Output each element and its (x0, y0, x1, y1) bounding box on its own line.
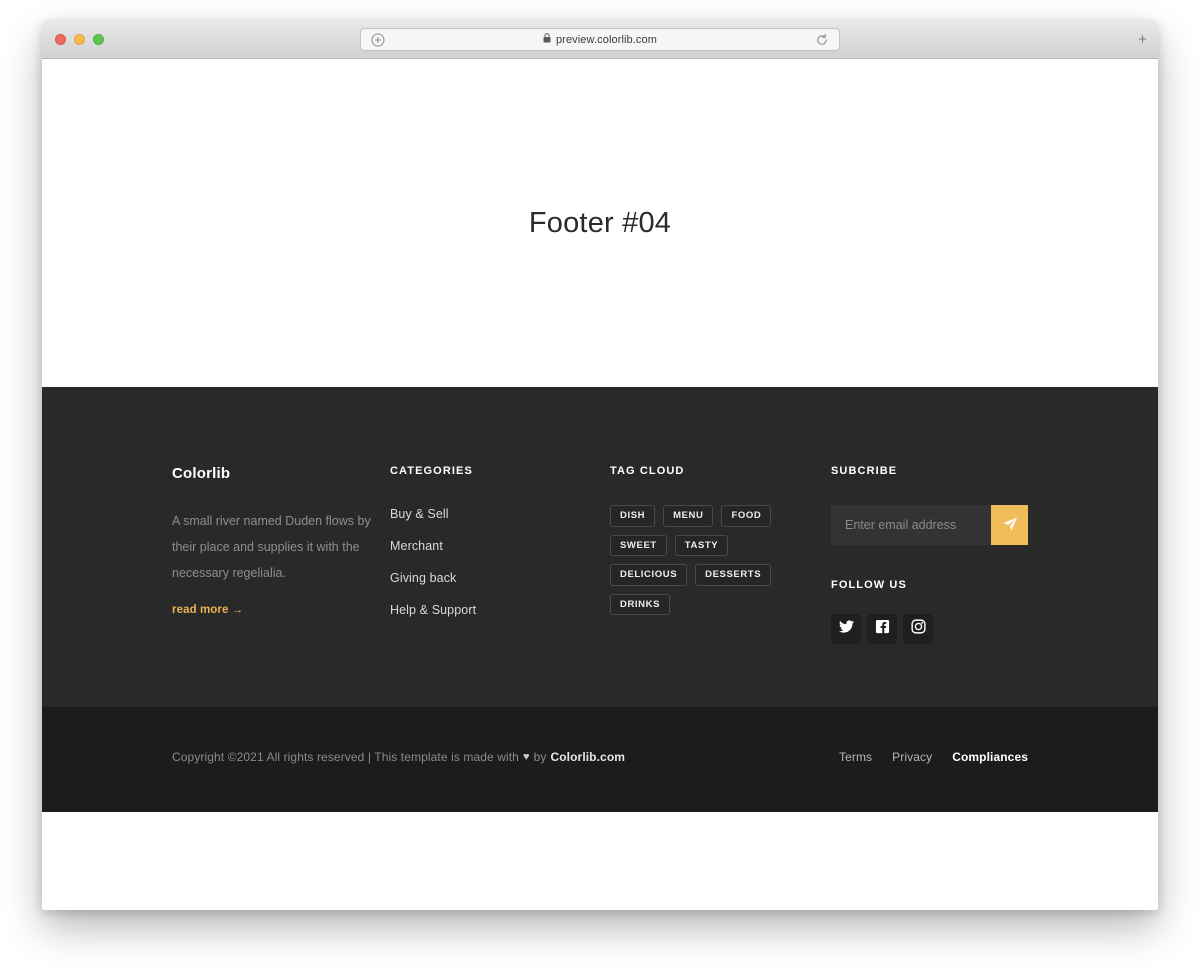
tag-drinks[interactable]: DRINKS (610, 593, 671, 615)
footer-main: Colorlib A small river named Duden flows… (42, 387, 1158, 707)
subscribe-submit-button[interactable] (991, 505, 1028, 545)
hero-section: Footer #04 (42, 59, 1158, 387)
compliances-link[interactable]: Compliances (952, 750, 1028, 764)
facebook-icon (875, 619, 890, 639)
category-link-merchant[interactable]: Merchant (390, 539, 443, 553)
tag-delicious[interactable]: DELICIOUS (610, 564, 688, 586)
colorlib-link[interactable]: Colorlib.com (550, 750, 625, 764)
zoom-window-button[interactable] (93, 34, 104, 45)
instagram-icon (910, 619, 926, 639)
category-link-buy-sell[interactable]: Buy & Sell (390, 507, 449, 521)
social-link-twitter[interactable] (831, 614, 861, 644)
url-text: preview.colorlib.com (555, 33, 658, 46)
copyright-text: Copyright ©2021 All rights reserved | Th… (172, 750, 625, 764)
minimize-window-button[interactable] (74, 34, 85, 45)
heart-icon: ♥ (522, 751, 530, 763)
list-item: Giving back (390, 569, 610, 587)
page-title: Footer #04 (528, 206, 672, 239)
twitter-icon (838, 619, 854, 639)
footer-bottom-bar: Copyright ©2021 All rights reserved | Th… (42, 707, 1158, 812)
close-window-button[interactable] (55, 34, 66, 45)
tag-tasty[interactable]: TASTY (674, 534, 729, 556)
plus-circle-icon[interactable] (371, 33, 385, 52)
list-item: Merchant (390, 537, 610, 555)
tag-menu[interactable]: MENU (663, 505, 714, 527)
footer-column-subscribe: SUBCRIBE FOLLOW US (831, 465, 1041, 644)
read-more-link[interactable]: read more → (172, 604, 243, 616)
subscribe-heading: SUBCRIBE (831, 465, 898, 477)
footer-column-categories: CATEGORIES Buy & Sell Merchant Giving ba… (390, 465, 610, 644)
address-bar-text-group: preview.colorlib.com (361, 33, 839, 46)
subscribe-form (831, 505, 1041, 545)
page-content: Footer #04 Colorlib A small river named … (42, 59, 1158, 910)
reload-icon[interactable] (815, 33, 829, 52)
list-item: Help & Support (390, 601, 610, 619)
privacy-link[interactable]: Privacy (892, 750, 932, 764)
tag-cloud-heading: TAG CLOUD (610, 465, 685, 477)
category-link-giving-back[interactable]: Giving back (390, 571, 456, 585)
social-link-facebook[interactable] (867, 614, 897, 644)
footer-columns: Colorlib A small river named Duden flows… (172, 465, 1072, 644)
lock-icon (543, 33, 551, 46)
category-link-help-support[interactable]: Help & Support (390, 603, 476, 617)
email-field[interactable] (831, 505, 991, 545)
new-tab-button[interactable]: + (1131, 28, 1154, 51)
tag-dish[interactable]: DISH (610, 505, 656, 527)
tag-sweet[interactable]: SWEET (610, 534, 667, 556)
brand-title: Colorlib (172, 465, 231, 482)
terms-link[interactable]: Terms (839, 750, 872, 764)
address-bar[interactable]: preview.colorlib.com (360, 28, 840, 51)
tag-food[interactable]: FOOD (721, 505, 772, 527)
follow-us-heading: FOLLOW US (831, 579, 907, 591)
copyright-by: by (533, 750, 547, 764)
browser-window: preview.colorlib.com + Footer #04 Colorl… (42, 20, 1158, 910)
browser-chrome-bar: preview.colorlib.com + (42, 20, 1158, 59)
list-item: Buy & Sell (390, 505, 610, 523)
categories-list: Buy & Sell Merchant Giving back Help & S… (390, 505, 610, 619)
legal-links: Terms Privacy Compliances (839, 750, 1028, 764)
footer-column-brand: Colorlib A small river named Duden flows… (172, 465, 390, 644)
social-link-instagram[interactable] (903, 614, 933, 644)
traffic-lights (55, 34, 104, 45)
categories-heading: CATEGORIES (390, 465, 473, 477)
send-icon (1002, 516, 1018, 535)
brand-description: A small river named Duden flows by their… (172, 514, 371, 580)
tag-cloud-list: DISH MENU FOOD SWEET TASTY DELICIOUS DES… (610, 505, 800, 615)
page-bottom-whitespace (42, 812, 1158, 910)
tag-desserts[interactable]: DESSERTS (695, 564, 772, 586)
footer-column-tag-cloud: TAG CLOUD DISH MENU FOOD SWEET TASTY DEL… (610, 465, 831, 644)
copyright-prefix: Copyright ©2021 All rights reserved | Th… (172, 750, 519, 764)
social-links (831, 614, 1041, 644)
